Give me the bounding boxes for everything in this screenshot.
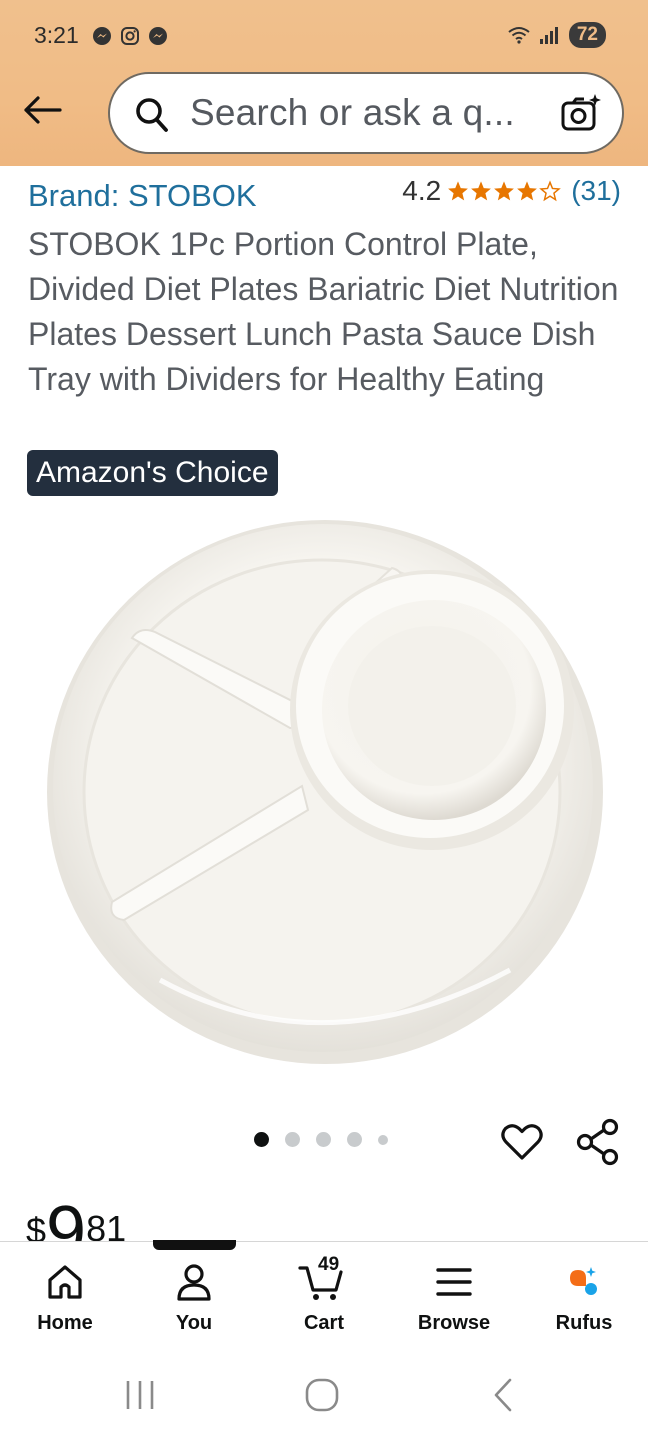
rating-value: 4.2 bbox=[402, 175, 442, 206]
nav-cart[interactable]: 49 Cart bbox=[274, 1254, 374, 1342]
carousel-dot[interactable] bbox=[347, 1132, 362, 1147]
star-full-icon bbox=[471, 181, 492, 201]
user-icon bbox=[177, 1264, 211, 1301]
nav-label: You bbox=[175, 1312, 213, 1334]
search-input[interactable]: Search or ask a q... bbox=[190, 92, 515, 134]
nav-label: Rufus bbox=[555, 1312, 613, 1334]
price: $981 bbox=[26, 1196, 126, 1242]
status-time: 3:21 bbox=[34, 22, 79, 48]
home-icon bbox=[48, 1265, 82, 1299]
messenger-icon bbox=[149, 27, 167, 45]
star-full-icon bbox=[448, 181, 469, 201]
star-full-icon bbox=[494, 181, 515, 201]
status-icons: 72 bbox=[507, 22, 606, 48]
active-tab-indicator bbox=[153, 1240, 236, 1250]
carousel-dot[interactable] bbox=[316, 1132, 331, 1147]
nav-browse[interactable]: Browse bbox=[404, 1262, 504, 1342]
price-currency: $ bbox=[26, 1210, 47, 1242]
product-title: STOBOK 1Pc Portion Control Plate, Divide… bbox=[28, 226, 619, 397]
price-dollars: 9 bbox=[46, 1196, 87, 1242]
product-image[interactable] bbox=[40, 510, 610, 1080]
bottom-navigation: Home You 49 Cart Browse Rufus bbox=[0, 1241, 648, 1353]
nav-rufus[interactable]: Rufus bbox=[534, 1262, 634, 1342]
cart-icon-wrapper: 49 bbox=[298, 1254, 344, 1302]
signal-icon bbox=[539, 27, 558, 44]
image-carousel-dots[interactable] bbox=[254, 1132, 388, 1147]
rating[interactable]: 4.2 (31) bbox=[402, 175, 621, 207]
carousel-dot[interactable] bbox=[254, 1132, 269, 1147]
search-bar[interactable]: Search or ask a q... bbox=[108, 72, 624, 154]
camera-search-icon[interactable] bbox=[560, 92, 602, 134]
system-navigation bbox=[0, 1353, 648, 1440]
back-button[interactable] bbox=[20, 90, 64, 130]
instagram-icon bbox=[121, 27, 139, 45]
header: 3:21 72 Search or ask a q... bbox=[0, 0, 648, 166]
nav-you[interactable]: You bbox=[144, 1262, 244, 1342]
system-back-icon[interactable] bbox=[488, 1375, 520, 1415]
nav-label: Home bbox=[37, 1312, 93, 1334]
carousel-dot[interactable] bbox=[378, 1134, 388, 1145]
nav-label: Browse bbox=[417, 1312, 491, 1334]
star-full-icon bbox=[517, 181, 538, 201]
back-arrow-icon bbox=[24, 96, 62, 124]
wifi-icon bbox=[508, 27, 530, 44]
menu-icon bbox=[436, 1268, 472, 1296]
carousel-dot[interactable] bbox=[285, 1132, 300, 1147]
share-icon[interactable] bbox=[576, 1118, 620, 1166]
home-button-icon[interactable] bbox=[302, 1375, 342, 1415]
nav-label: Cart bbox=[303, 1312, 344, 1334]
recent-apps-icon[interactable] bbox=[122, 1375, 158, 1415]
star-empty-icon bbox=[539, 180, 562, 202]
rating-count: (31) bbox=[571, 175, 621, 206]
star-rating bbox=[447, 180, 562, 202]
battery-indicator: 72 bbox=[568, 22, 606, 48]
brand-link[interactable]: Brand: STOBOK bbox=[28, 178, 257, 214]
cart-count: 49 bbox=[318, 1254, 340, 1275]
rufus-icon bbox=[570, 1267, 597, 1295]
search-icon bbox=[136, 98, 168, 132]
amazons-choice-badge[interactable]: Amazon's Choice bbox=[27, 450, 278, 496]
price-cents: 81 bbox=[86, 1208, 127, 1242]
nav-home[interactable]: Home bbox=[15, 1262, 115, 1342]
heart-icon[interactable] bbox=[500, 1120, 544, 1164]
messenger-icon bbox=[93, 27, 111, 45]
